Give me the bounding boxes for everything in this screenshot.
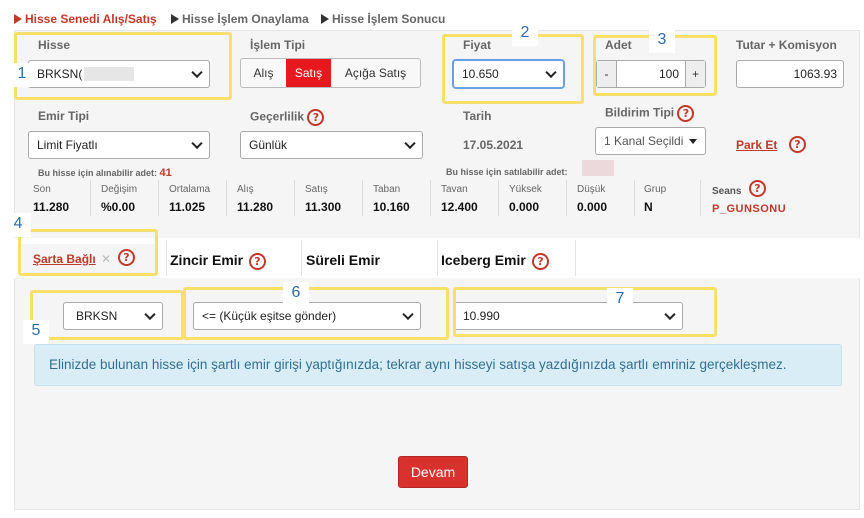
step-result[interactable]: Hisse İşlem Sonucu [321, 12, 445, 26]
park-et-link[interactable]: Park Et [736, 138, 777, 152]
divider [362, 180, 363, 216]
divider [166, 240, 167, 276]
divider [226, 180, 227, 216]
divider [437, 240, 438, 276]
divider [301, 240, 302, 276]
annotation-box-7 [453, 287, 717, 337]
annotation-number-6: 6 [283, 282, 309, 306]
divider [294, 180, 295, 216]
divider [575, 240, 576, 276]
tarih-label: Tarih [463, 109, 492, 123]
help-icon[interactable]: ? [677, 105, 695, 122]
stat-alis: Alış 11.280 [237, 184, 274, 214]
devam-button[interactable]: Devam [398, 456, 468, 488]
gecerlilik-label: Geçerlilik ? [250, 109, 325, 126]
help-icon[interactable]: ? [532, 253, 549, 270]
help-icon[interactable]: ? [307, 109, 325, 126]
tab-zincir-emir[interactable]: Zincir Emir [170, 252, 243, 268]
islem-tipi-label: İşlem Tipi [250, 38, 306, 52]
stat-taban: Taban 10.160 [373, 184, 410, 214]
divider [158, 180, 159, 216]
annotation-number-1: 1 [9, 63, 35, 87]
divider [498, 180, 499, 216]
annotation-number-4: 4 [5, 213, 31, 237]
tarih-value: 17.05.2021 [463, 138, 524, 152]
divider [430, 180, 431, 216]
annotation-number-5: 5 [23, 320, 49, 344]
annotation-number-7: 7 [607, 288, 633, 312]
tab-iceberg-emir[interactable]: Iceberg Emir [441, 252, 526, 268]
islem-tipi-group: Alış Satış Açığa Satış [240, 58, 421, 88]
help-icon[interactable]: ? [789, 136, 806, 153]
divider [90, 180, 91, 216]
stat-satis: Satış 11.300 [305, 184, 342, 214]
tutar-field[interactable]: 1063.93 [736, 60, 844, 88]
tab-sureli-emir[interactable]: Süreli Emir [306, 252, 380, 268]
step-confirm[interactable]: Hisse İşlem Onaylama [171, 12, 309, 26]
chevron-down-icon [191, 137, 203, 150]
step-arrow-icon [171, 14, 179, 24]
satilabilir-adet: Bu hisse için satılabilir adet: [446, 167, 568, 177]
stat-dusuk: Düşük 0.000 [577, 184, 608, 214]
annotation-box-1 [14, 32, 232, 100]
bildirim-tipi-label: Bildirim Tipi ? [605, 105, 695, 122]
bildirim-tipi-select[interactable]: 1 Kanal Seçildi [595, 127, 706, 155]
annotation-box-5 [30, 290, 184, 340]
help-icon[interactable]: ? [749, 180, 766, 197]
step-arrow-icon [321, 14, 329, 24]
emir-tipi-label: Emir Tipi [38, 109, 90, 123]
seans-label: Seans [712, 186, 742, 197]
divider [700, 180, 701, 216]
stat-degisim: Değişim %0.00 [101, 184, 138, 214]
aciga-satis-button[interactable]: Açığa Satış [331, 59, 420, 87]
satis-button[interactable]: Satış [286, 59, 331, 87]
caret-down-icon [689, 139, 697, 144]
divider [634, 180, 635, 216]
annotation-number-3: 3 [649, 29, 675, 53]
help-icon[interactable]: ? [249, 253, 266, 270]
redacted-text [582, 160, 614, 176]
divider [566, 180, 567, 216]
stat-son: Son 11.280 [33, 184, 70, 214]
info-alert: Elinizde bulunan hisse için şartlı emir … [34, 344, 842, 386]
step-arrow-icon [14, 14, 22, 24]
tutar-label: Tutar + Komisyon [736, 38, 837, 52]
stat-yuksek: Yüksek 0.000 [509, 184, 542, 214]
gecerlilik-select[interactable]: Günlük [240, 131, 423, 159]
emir-tipi-select[interactable]: Limit Fiyatlı [28, 131, 210, 159]
annotation-box-6 [183, 287, 449, 340]
alinabilir-adet: Bu hisse için alınabilir adet: 41 [38, 167, 172, 179]
seans-value: P_GUNSONU [712, 203, 787, 215]
alis-button[interactable]: Alış [241, 59, 286, 87]
step-trade[interactable]: Hisse Senedi Alış/Satış [14, 12, 157, 26]
stat-grup: Grup N [644, 184, 667, 214]
stat-tavan: Tavan 12.400 [441, 184, 478, 214]
chevron-down-icon [404, 137, 416, 150]
annotation-box-4 [18, 229, 158, 276]
stat-ortalama: Ortalama 11.025 [169, 184, 211, 214]
annotation-number-2: 2 [512, 22, 538, 46]
